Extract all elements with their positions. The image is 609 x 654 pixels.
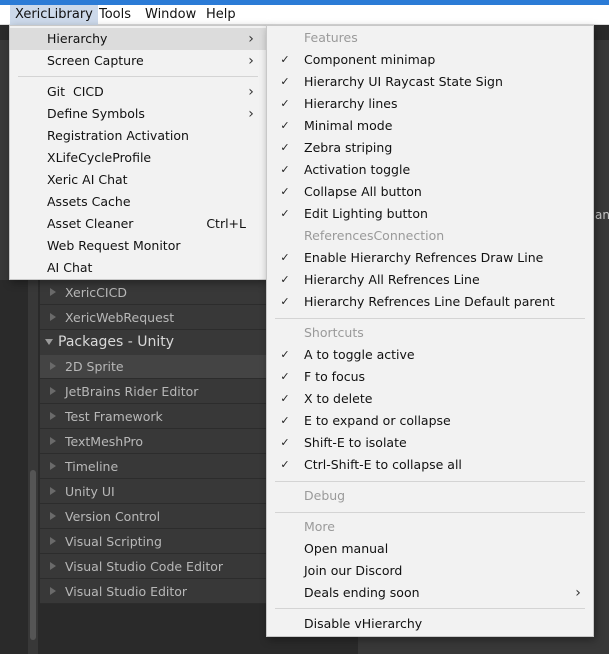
menu-item-assets-cache[interactable]: Assets Cache xyxy=(10,191,266,213)
package-list-scrollbar[interactable] xyxy=(28,280,38,654)
expand-arrow-icon[interactable] xyxy=(50,288,56,296)
menu-separator xyxy=(275,318,585,319)
toggle-shift-e-isolate[interactable]: ✓ Shift-E to isolate xyxy=(267,432,593,454)
toggle-refrences-line-default-parent[interactable]: ✓ Hierarchy Refrences Line Default parent xyxy=(267,291,593,313)
menu-window[interactable]: Window xyxy=(140,5,201,25)
toggle-activation-toggle[interactable]: ✓ Activation toggle xyxy=(267,159,593,181)
expand-arrow-icon[interactable] xyxy=(50,387,56,395)
chevron-right-icon: › xyxy=(248,106,254,122)
checkmark-icon: ✓ xyxy=(280,392,290,405)
checkmark-icon: ✓ xyxy=(280,414,290,427)
expand-arrow-icon[interactable] xyxy=(50,437,56,445)
expand-arrow-icon[interactable] xyxy=(50,512,56,520)
section-header-features: Features xyxy=(304,30,358,45)
shortcut-label: Ctrl+L xyxy=(206,216,246,231)
menu-item-git-cicd[interactable]: Git CICD › xyxy=(10,81,266,103)
chevron-right-icon: › xyxy=(248,53,254,69)
toggle-hierarchy-lines[interactable]: ✓ Hierarchy lines xyxy=(267,93,593,115)
collapse-arrow-icon[interactable] xyxy=(45,339,53,345)
menu-item-define-symbols[interactable]: Define Symbols › xyxy=(10,103,266,125)
menu-separator xyxy=(18,76,258,77)
checkmark-icon: ✓ xyxy=(280,185,290,198)
checkmark-icon: ✓ xyxy=(280,295,290,308)
menu-item-ai-chat[interactable]: AI Chat xyxy=(10,257,266,279)
checkmark-icon: ✓ xyxy=(280,273,290,286)
toggle-f-focus[interactable]: ✓ F to focus xyxy=(267,366,593,388)
menu-separator xyxy=(275,608,585,609)
expand-arrow-icon[interactable] xyxy=(50,562,56,570)
checkmark-icon: ✓ xyxy=(280,207,290,220)
menu-item-web-request-monitor[interactable]: Web Request Monitor xyxy=(10,235,266,257)
xericlibrary-dropdown: Hierarchy › Screen Capture › Git CICD › Def… xyxy=(9,25,267,280)
menu-item-xeric-ai-chat[interactable]: Xeric AI Chat xyxy=(10,169,266,191)
toggle-x-delete[interactable]: ✓ X to delete xyxy=(267,388,593,410)
toggle-raycast-state-sign[interactable]: ✓ Hierarchy UI Raycast State Sign xyxy=(267,71,593,93)
checkmark-icon: ✓ xyxy=(280,53,290,66)
checkmark-icon: ✓ xyxy=(280,75,290,88)
menu-item-open-manual[interactable]: Open manual xyxy=(267,538,593,560)
hierarchy-submenu: Features ✓ Component minimap ✓ Hierarchy U… xyxy=(266,25,594,637)
toggle-e-expand-collapse[interactable]: ✓ E to expand or collapse xyxy=(267,410,593,432)
menu-item-xlifecycleprofile[interactable]: XLifeCycleProfile xyxy=(10,147,266,169)
menu-xericlibrary[interactable]: XericLibrary xyxy=(10,5,98,25)
toggle-edit-lighting-button[interactable]: ✓ Edit Lighting button xyxy=(267,203,593,225)
checkmark-icon: ✓ xyxy=(280,370,290,383)
left-panel-edge xyxy=(0,40,9,280)
section-header-more: More xyxy=(304,519,335,534)
expand-arrow-icon[interactable] xyxy=(50,537,56,545)
toggle-component-minimap[interactable]: ✓ Component minimap xyxy=(267,49,593,71)
scrollbar-thumb[interactable] xyxy=(30,470,36,640)
chevron-right-icon: › xyxy=(575,585,581,601)
menu-item-deals-ending-soon[interactable]: Deals ending soon › xyxy=(267,582,593,604)
expand-arrow-icon[interactable] xyxy=(50,462,56,470)
menu-separator xyxy=(275,512,585,513)
menu-help[interactable]: Help xyxy=(201,5,241,25)
checkmark-icon: ✓ xyxy=(280,348,290,361)
menubar: XericLibrary Tools Window Help xyxy=(0,5,609,25)
expand-arrow-icon[interactable] xyxy=(50,362,56,370)
expand-arrow-icon[interactable] xyxy=(50,412,56,420)
checkmark-icon: ✓ xyxy=(280,119,290,132)
menu-item-disable-vhierarchy[interactable]: Disable vHierarchy xyxy=(267,613,593,635)
expand-arrow-icon[interactable] xyxy=(50,313,56,321)
menu-item-join-discord[interactable]: Join our Discord xyxy=(267,560,593,582)
checkmark-icon: ✓ xyxy=(280,141,290,154)
menu-item-registration-activation[interactable]: Registration Activation xyxy=(10,125,266,147)
expand-arrow-icon[interactable] xyxy=(50,587,56,595)
toggle-ctrl-shift-e-collapse-all[interactable]: ✓ Ctrl-Shift-E to collapse all xyxy=(267,454,593,476)
toggle-collapse-all-button[interactable]: ✓ Collapse All button xyxy=(267,181,593,203)
chevron-right-icon: › xyxy=(248,84,254,100)
menu-item-screen-capture[interactable]: Screen Capture › xyxy=(10,50,266,72)
toggle-refrences-draw-line[interactable]: ✓ Enable Hierarchy Refrences Draw Line xyxy=(267,247,593,269)
toggle-zebra-striping[interactable]: ✓ Zebra striping xyxy=(267,137,593,159)
toggle-a-toggle-active[interactable]: ✓ A to toggle active xyxy=(267,344,593,366)
expand-arrow-icon[interactable] xyxy=(50,487,56,495)
toggle-all-refrences-line[interactable]: ✓ Hierarchy All Refrences Line xyxy=(267,269,593,291)
menu-tools[interactable]: Tools xyxy=(94,5,136,25)
checkmark-icon: ✓ xyxy=(280,97,290,110)
checkmark-icon: ✓ xyxy=(280,436,290,449)
menu-separator xyxy=(275,481,585,482)
section-header-debug: Debug xyxy=(304,488,346,503)
checkmark-icon: ✓ xyxy=(280,251,290,264)
checkmark-icon: ✓ xyxy=(280,458,290,471)
inspector-partial-text: an xyxy=(595,208,609,222)
toggle-minimal-mode[interactable]: ✓ Minimal mode xyxy=(267,115,593,137)
menu-item-asset-cleaner[interactable]: Asset Cleaner Ctrl+L xyxy=(10,213,266,235)
checkmark-icon: ✓ xyxy=(280,163,290,176)
chevron-right-icon: › xyxy=(248,31,254,47)
section-header-shortcuts: Shortcuts xyxy=(304,325,364,340)
section-header-references: ReferencesConnection xyxy=(304,228,445,243)
menu-item-hierarchy[interactable]: Hierarchy › xyxy=(10,28,266,50)
